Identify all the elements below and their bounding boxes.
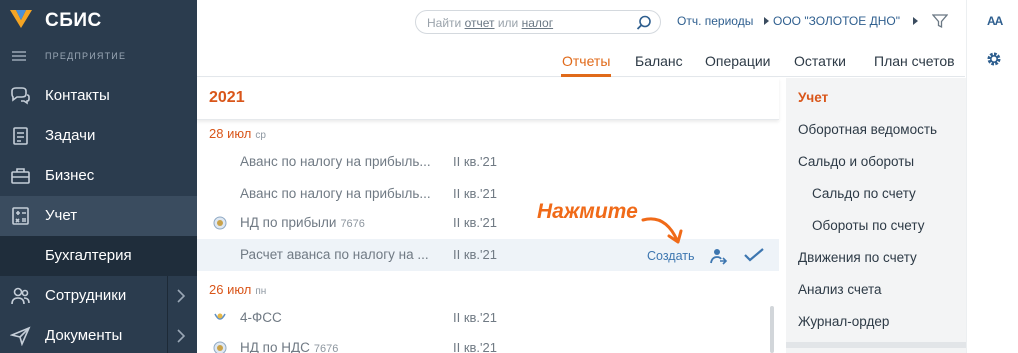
tab-reports[interactable]: Отчеты — [562, 53, 610, 69]
report-name: Аванс по налогу на прибыль... — [240, 154, 431, 169]
report-name: 4-ФСС — [240, 310, 282, 325]
sidebar-item-contacts[interactable]: Контакты — [0, 76, 197, 116]
hamburger-menu-icon[interactable] — [12, 51, 26, 61]
report-period: II кв.'21 — [453, 186, 497, 201]
report-row-selected[interactable]: Расчет аванса по налогу на ... II кв.'21… — [197, 239, 779, 271]
report-periods-button[interactable]: Отч. периоды — [677, 14, 753, 28]
sidebar-item-label: Бухгалтерия — [45, 247, 132, 264]
tab-balance[interactable]: Баланс — [635, 53, 683, 69]
panel-item-account-movements[interactable]: Движения по счету — [798, 250, 917, 265]
app-root: СБИС ПРЕДПРИЯТИЕ Контакты Задачи Бизнес — [0, 0, 1018, 353]
sidebar-item-tasks[interactable]: Задачи — [0, 116, 197, 156]
sidebar-item-label: Бизнес — [45, 167, 95, 184]
panel-divider — [786, 342, 966, 348]
hint-annotation: Нажмите — [537, 200, 638, 223]
chevron-right-icon — [177, 329, 186, 343]
sidebar-item-label: Документы — [45, 327, 123, 344]
sidebar-item-label: Учет — [45, 207, 78, 224]
tab-balances[interactable]: Остатки — [794, 53, 846, 69]
date-group-header: 28 июл ср — [209, 126, 266, 141]
report-period: II кв.'21 — [453, 215, 497, 230]
people-icon — [11, 287, 30, 305]
panel-item-account-balance[interactable]: Сальдо по счету — [812, 186, 916, 201]
tab-chart-of-accounts[interactable]: План счетов — [874, 53, 955, 69]
panel-item-account-turnover[interactable]: Обороты по счету — [812, 218, 924, 233]
panel-item-accounting[interactable]: Учет — [798, 90, 828, 105]
report-row[interactable]: НД по прибыли 7676 II кв.'21 — [197, 207, 779, 239]
report-name: Расчет аванса по налогу на ... — [240, 247, 429, 262]
search-input[interactable]: Найти отчет или налог — [415, 10, 661, 34]
sidebar-item-business[interactable]: Бизнес — [0, 156, 197, 196]
sidebar-item-label: Сотрудники — [45, 287, 127, 304]
chevron-right-icon — [177, 289, 186, 303]
report-name: НД по прибыли 7676 — [240, 215, 365, 230]
sidebar: СБИС ПРЕДПРИЯТИЕ Контакты Задачи Бизнес — [0, 0, 197, 353]
calculator-icon — [12, 207, 29, 225]
year-label: 2021 — [209, 89, 245, 106]
report-period: II кв.'21 — [453, 340, 497, 353]
create-button[interactable]: Создать — [647, 249, 695, 263]
report-period: II кв.'21 — [453, 310, 497, 325]
caret-right-icon — [764, 17, 769, 25]
tax-emblem-icon — [213, 341, 227, 353]
fss-emblem-icon — [214, 313, 226, 320]
brand-name: СБИС — [45, 10, 102, 31]
tax-emblem-icon — [213, 216, 227, 230]
right-rail: AA — [966, 0, 1018, 353]
hint-arrow-icon — [641, 217, 683, 244]
active-tab-indicator — [561, 74, 611, 77]
assign-person-icon[interactable] — [710, 247, 728, 265]
brand[interactable]: СБИС — [0, 0, 197, 40]
report-name: НД по НДС 7676 — [240, 340, 339, 353]
date-group-header: 26 июл пн — [209, 282, 267, 297]
task-list-icon — [13, 127, 28, 145]
panel-item-account-analysis[interactable]: Анализ счета — [798, 282, 882, 297]
search-icon[interactable] — [636, 15, 652, 31]
accounting-panel: Учет Оборотная ведомость Сальдо и оборот… — [786, 78, 966, 353]
organization-selector[interactable]: ООО "ЗОЛОТОЕ ДНО" — [773, 14, 900, 28]
report-period: II кв.'21 — [453, 154, 497, 169]
sbis-logo-icon — [10, 10, 32, 28]
sidebar-item-accounting[interactable]: Учет — [0, 196, 197, 236]
paper-plane-icon — [10, 326, 31, 346]
report-row[interactable]: 4-ФСС II кв.'21 — [197, 302, 779, 334]
report-row[interactable]: Аванс по налогу на прибыль... II кв.'21 — [197, 146, 779, 178]
checkmark-icon[interactable] — [744, 248, 764, 262]
panel-item-journal-order[interactable]: Журнал-ордер — [798, 314, 889, 329]
font-size-button[interactable]: AA — [987, 14, 1003, 28]
sidebar-item-label: Задачи — [45, 127, 96, 144]
filter-icon[interactable] — [932, 13, 948, 29]
report-row[interactable]: НД по НДС 7676 II кв.'21 — [197, 332, 779, 353]
report-name: Аванс по налогу на прибыль... — [240, 186, 431, 201]
year-header: 2021 — [197, 78, 779, 120]
sidebar-item-label: Контакты — [45, 87, 110, 104]
tab-bar: Отчеты Баланс Операции Остатки План счет… — [197, 51, 965, 77]
report-period: II кв.'21 — [453, 247, 497, 262]
tab-operations[interactable]: Операции — [705, 53, 771, 69]
company-switcher[interactable]: ПРЕДПРИЯТИЕ — [45, 51, 126, 61]
sidebar-item-documents[interactable]: Документы — [0, 316, 197, 353]
panel-item-balance-turnover[interactable]: Сальдо и обороты — [798, 154, 914, 169]
gear-icon[interactable] — [986, 51, 1002, 67]
chat-bubbles-icon — [11, 87, 30, 105]
sidebar-item-bookkeeping[interactable]: Бухгалтерия — [0, 236, 197, 276]
sidebar-item-employees[interactable]: Сотрудники — [0, 276, 197, 316]
scrollbar[interactable] — [770, 306, 774, 353]
expand-button[interactable] — [167, 276, 197, 316]
caret-right-icon — [913, 17, 918, 25]
report-row[interactable]: Аванс по налогу на прибыль... II кв.'21 — [197, 178, 779, 210]
expand-button[interactable] — [167, 316, 197, 353]
panel-item-turnover-sheet[interactable]: Оборотная ведомость — [798, 122, 937, 137]
search-placeholder: Найти отчет или налог — [427, 16, 554, 30]
briefcase-icon — [11, 168, 30, 184]
